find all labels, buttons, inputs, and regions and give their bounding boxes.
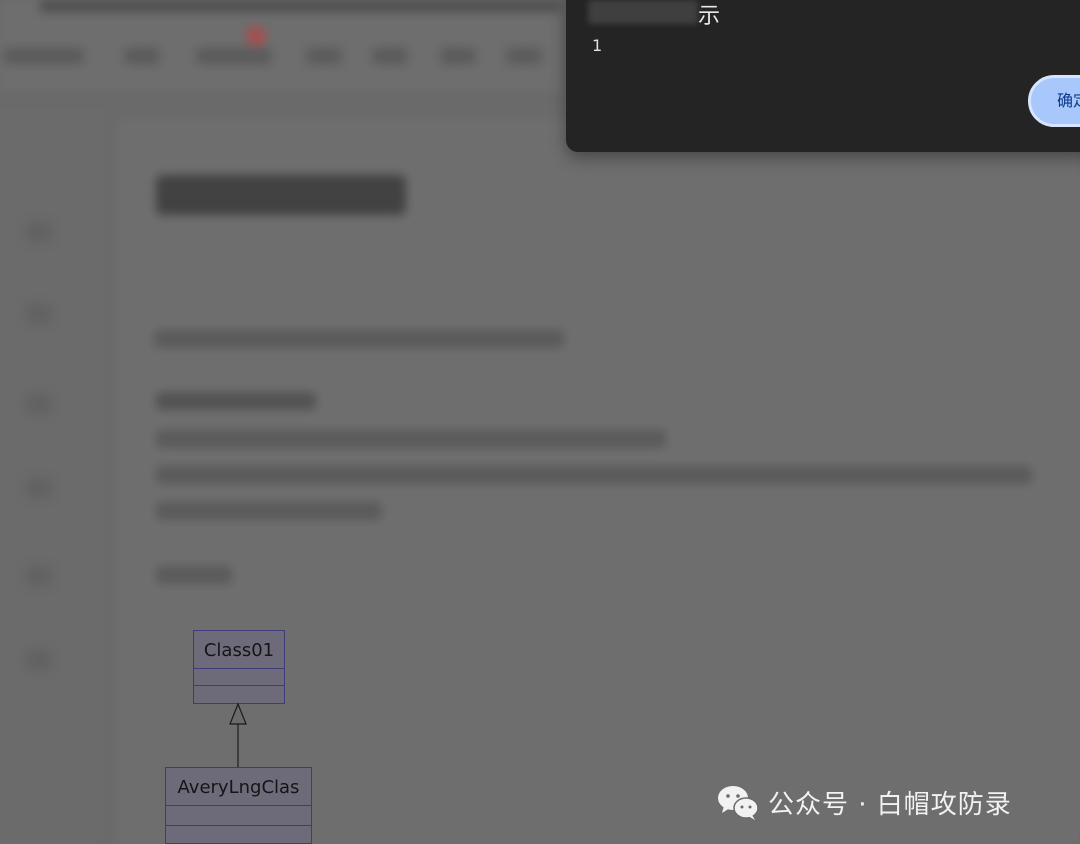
left-sidebar [0, 140, 80, 844]
inheritance-arrow [229, 702, 247, 768]
text-line [156, 466, 1032, 484]
confirm-button[interactable]: 确定 [1028, 75, 1080, 127]
uml-attributes-compartment [194, 669, 284, 686]
record-icon [246, 26, 266, 46]
uml-class-name: Class01 [194, 631, 284, 669]
uml-class-name: AveryLngClas [166, 768, 311, 806]
toolbar [0, 0, 560, 97]
dialog-title: 示 [698, 4, 721, 29]
text-line [156, 502, 382, 520]
watermark-text: 公众号 · 白帽攻防录 [768, 789, 1012, 820]
uml-attributes-compartment [166, 806, 311, 826]
toolbar-item [196, 48, 272, 64]
uml-class-child: AveryLngClas [165, 767, 312, 844]
wechat-icon [718, 786, 759, 820]
sidebar-icon [26, 650, 52, 670]
uml-methods-compartment [194, 686, 284, 703]
dialog-message: 1 [592, 36, 603, 55]
text-line [156, 566, 232, 584]
uml-class-parent: Class01 [193, 630, 285, 704]
document-page [114, 120, 1080, 844]
toolbar-item [124, 48, 160, 64]
alert-dialog: 示 1 确定 [566, 0, 1080, 152]
dialog-title-redacted [588, 0, 698, 24]
sidebar-icon [26, 222, 52, 242]
toolbar-item [4, 48, 84, 64]
inheritance-arrowhead [229, 702, 247, 725]
screenshot-root: Class01 AveryLngClas 示 1 确定 公众号 · 白帽攻防录 [0, 0, 1080, 844]
sidebar-icon [26, 394, 52, 414]
toolbar-top-strip [40, 0, 560, 12]
text-line [156, 392, 316, 410]
toolbar-item [506, 48, 542, 64]
toolbar-item [306, 48, 342, 64]
watermark: 公众号 · 白帽攻防录 [716, 780, 1012, 824]
sidebar-icon [26, 478, 52, 498]
sidebar-icon [26, 304, 52, 324]
text-line [154, 330, 564, 348]
uml-methods-compartment [166, 826, 311, 843]
page-heading [156, 175, 406, 215]
sidebar-icon [26, 566, 52, 586]
toolbar-item [372, 48, 408, 64]
toolbar-item [440, 48, 476, 64]
text-line [156, 430, 666, 448]
